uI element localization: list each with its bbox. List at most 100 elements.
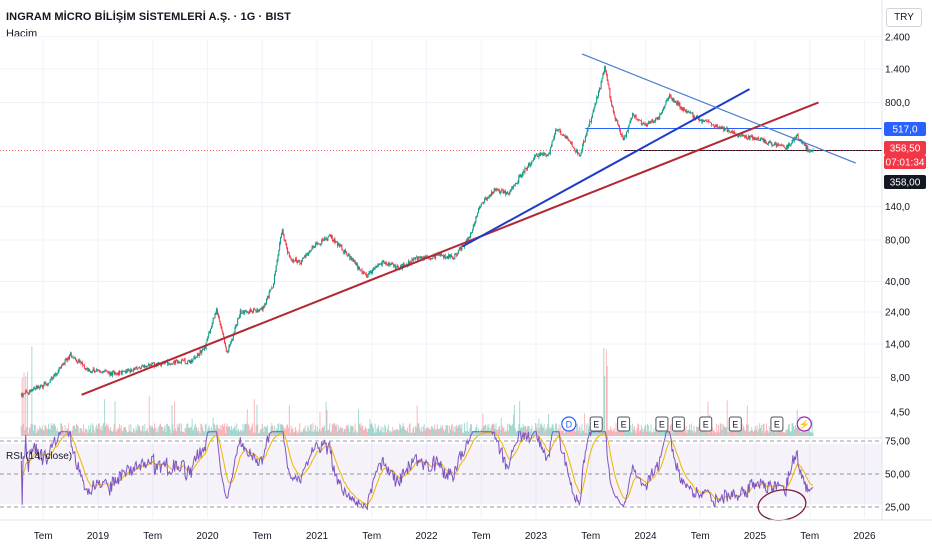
volume-bar [723,425,725,436]
volume-bar [295,430,297,436]
volume-bar [94,432,96,436]
candle-body [466,238,468,241]
volume-bar [38,429,40,436]
time-axis-tick: 2019 [87,531,110,542]
volume-bar [401,426,403,436]
event-marker-label: E [593,420,599,430]
candle-body [625,135,627,137]
candle-body [311,246,313,251]
candle-body [187,360,189,364]
volume-bar [236,423,238,436]
candle-body [627,127,629,133]
candle-body [451,256,453,258]
candle-body [67,357,69,361]
volume-bar [549,429,551,436]
candle-body [615,118,617,122]
volume-bar [433,428,435,436]
candle-body [414,258,416,260]
candle-body [647,124,649,127]
volume-bar [132,428,134,436]
candle-body [282,229,284,235]
candle-body [227,350,229,353]
candle-body [710,122,712,123]
candle-body [69,353,71,355]
candle-body [274,271,276,276]
candle-body [674,101,676,102]
volume-bar [77,426,79,436]
volume-bar [229,426,231,436]
volume-bar [456,425,458,436]
volume-bar [790,431,792,436]
candle-body [682,108,684,111]
rsi-axis-tick: 75,00 [885,437,910,448]
volume-bar [30,423,32,436]
volume-bar [237,430,239,436]
candle-body [671,97,673,100]
candle-body [125,371,127,373]
candle-body [266,295,268,299]
time-axis-tick: 2026 [853,531,876,542]
candle-body [633,115,635,117]
candle-body [290,258,292,261]
candle-body [273,275,275,284]
volume-bar [407,432,409,436]
candle-body [262,307,264,310]
candle-body [452,257,454,260]
candle-body [294,258,296,262]
candle-body [499,190,501,193]
candle-body [51,378,53,379]
volume-bar [719,423,721,436]
volume-bar [205,423,207,436]
candle-body [387,263,389,265]
candle-body [618,124,620,127]
volume-bar [339,427,341,436]
candle-body [61,364,63,368]
candle-body [139,367,141,369]
candle-body [786,145,788,150]
candle-body [717,125,719,128]
candle-body [63,363,65,365]
price-chart[interactable]: D E E E E E E E ⚡ RSI (14, close) 2.4001.400800,… [0,0,932,550]
volume-bar [232,428,234,436]
candle-body [279,242,281,250]
price-axis-tick: 40,00 [885,277,910,288]
volume-bar [121,431,123,436]
candle-body [301,260,303,265]
volume-bar [576,423,578,436]
volume-bar [194,425,196,436]
candle-body [636,119,638,120]
volume-bar [541,423,543,436]
volume-bar [570,430,572,436]
candle-body [76,359,78,362]
candle-body [779,145,781,146]
volume-bar [465,431,467,436]
volume-bar [159,424,161,436]
volume-bar [695,432,697,436]
candle-body [678,103,680,105]
volume-bar [51,425,53,436]
candle-body [474,221,476,225]
volume-bar [404,429,406,436]
candle-body [181,360,183,363]
time-axis-tick: 2020 [196,531,219,542]
candle-body [611,100,613,105]
candle-body [358,266,360,270]
candle-body [805,144,807,150]
volume-bar [514,428,516,436]
candle-body [220,324,222,328]
volume-bar [635,432,637,436]
volume-bar [88,425,90,436]
volume-bar [160,426,162,436]
volume-bar [143,431,145,436]
candle-body [667,99,669,101]
candle-body [618,125,620,130]
volume-bar [386,429,388,436]
volume-bar [226,423,228,436]
volume-bar [648,431,650,436]
candle-body [229,345,231,347]
volume-bar [452,430,454,436]
volume-bar [196,427,198,436]
volume-bar [430,426,432,436]
volume-bar [301,431,303,436]
candle-body [104,370,106,372]
